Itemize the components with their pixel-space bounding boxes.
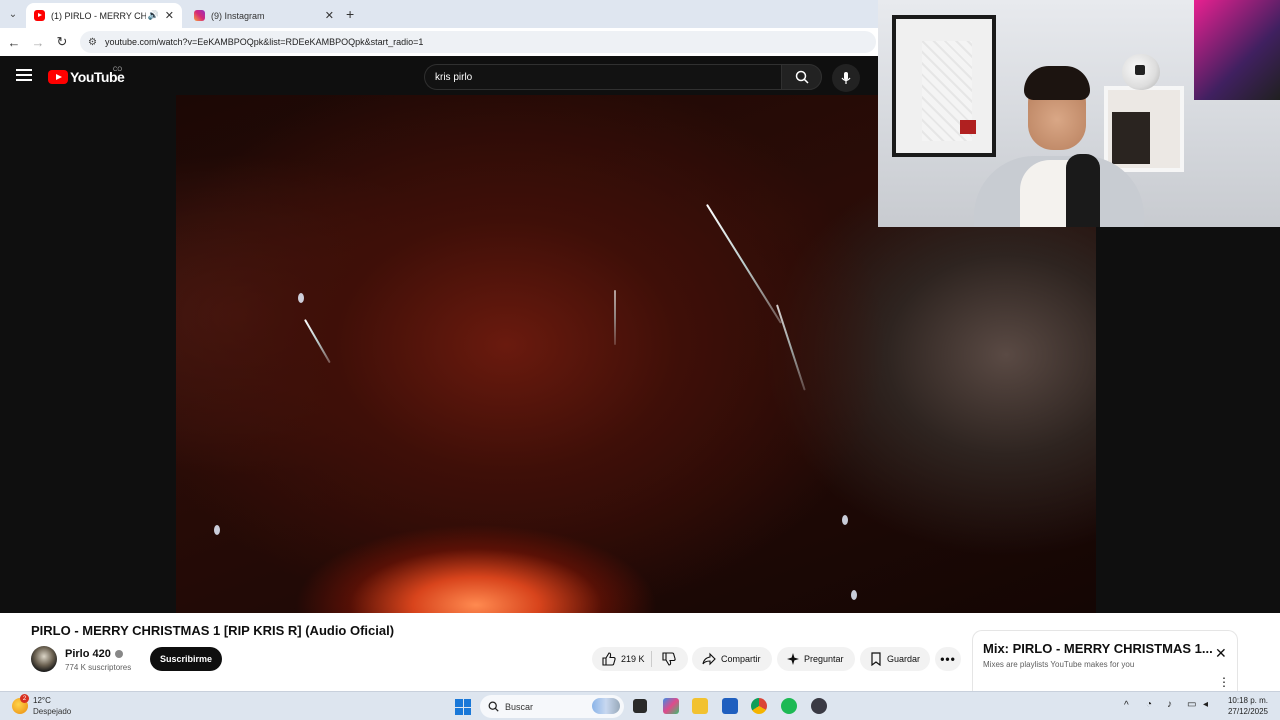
file-explorer-icon[interactable] <box>692 698 708 714</box>
instagram-favicon-icon <box>194 10 205 21</box>
webcam-overlay <box>878 0 1280 227</box>
speaker-icon[interactable]: 🔊 <box>148 10 159 21</box>
video-highlight <box>706 203 782 324</box>
menu-hamburger-icon[interactable] <box>16 69 32 82</box>
mix-playlist-panel: Mix: PIRLO - MERRY CHRISTMAS 1... Mixes … <box>972 630 1238 691</box>
country-code: CO <box>113 67 122 73</box>
video-glint <box>851 590 857 600</box>
volume-icon[interactable]: ◂ <box>1203 699 1208 710</box>
microphone-tray-icon[interactable]: ♪ <box>1167 699 1172 710</box>
screen: ⌄ (1) PIRLO - MERRY CHRISTMAS 🔊 ✕ (9) In… <box>0 0 1280 720</box>
search-button[interactable] <box>781 64 822 90</box>
app-icon[interactable] <box>811 698 827 714</box>
thumbs-up-icon <box>602 652 616 666</box>
ask-button[interactable]: Preguntar <box>777 647 855 671</box>
search-input[interactable]: kris pirlo <box>424 64 782 90</box>
streamer-hair <box>1024 66 1090 100</box>
save-button[interactable]: Guardar <box>860 647 930 671</box>
search-highlight-art <box>592 698 620 714</box>
video-title: PIRLO - MERRY CHRISTMAS 1 [RIP KRIS R] (… <box>31 623 395 638</box>
sparkle-icon <box>787 653 799 665</box>
windows-start-icon[interactable] <box>455 699 471 715</box>
channel-avatar[interactable] <box>31 646 57 672</box>
search-icon <box>795 70 809 84</box>
subscriber-count: 774 K suscriptores <box>65 663 132 672</box>
subscribe-button[interactable]: Suscribirme <box>150 647 222 671</box>
more-horizontal-icon: ••• <box>940 652 956 666</box>
url-text: youtube.com/watch?v=EeKAMBPOQpk&list=RDE… <box>104 37 424 47</box>
tab-title: (1) PIRLO - MERRY CHRISTMAS <box>51 10 146 21</box>
video-highlight <box>776 304 806 391</box>
back-arrow-icon[interactable]: ← <box>6 34 22 50</box>
taskbar-search[interactable]: Buscar <box>480 695 624 718</box>
task-view-icon[interactable] <box>633 699 647 713</box>
forward-arrow-icon[interactable]: → <box>30 34 46 50</box>
weather-temperature[interactable]: 12°C <box>33 696 51 705</box>
streamer <box>974 60 1144 227</box>
search-query: kris pirlo <box>435 71 473 83</box>
browser-toolbar: ← → ↻ ⚙ youtube.com/watch?v=EeKAMBPOQpk&… <box>0 28 878 56</box>
side-column <box>1096 226 1280 616</box>
youtube-header: YouTube CO kris pirlo <box>0 56 878 96</box>
tab-youtube[interactable]: (1) PIRLO - MERRY CHRISTMAS 🔊 ✕ <box>26 3 182 28</box>
search-icon <box>488 701 499 712</box>
network-icon[interactable]: ◔ <box>1146 699 1152 710</box>
widgets-app-icon[interactable] <box>663 698 679 714</box>
tab-close-icon[interactable]: ✕ <box>165 9 174 22</box>
youtube-play-icon <box>48 70 68 84</box>
system-clock[interactable]: 10:18 p. m. 27/12/2025 <box>1226 695 1268 717</box>
like-divider <box>651 651 652 667</box>
tab-close-icon[interactable]: ✕ <box>325 9 334 22</box>
channel-name: Pirlo 420 <box>65 648 111 660</box>
youtube-logo[interactable]: YouTube CO <box>48 67 125 85</box>
voice-search-button[interactable] <box>832 64 860 92</box>
reload-icon[interactable]: ↻ <box>54 34 70 50</box>
video-glint <box>214 525 220 535</box>
mix-subtitle: Mixes are playlists YouTube makes for yo… <box>983 660 1135 669</box>
weather-description[interactable]: Despejado <box>33 707 71 716</box>
display-icon[interactable]: ▭ <box>1187 699 1196 710</box>
address-bar[interactable]: ⚙ youtube.com/watch?v=EeKAMBPOQpk&list=R… <box>80 31 876 53</box>
neon-light <box>1194 0 1280 100</box>
video-info: PIRLO - MERRY CHRISTMAS 1 [RIP KRIS R] (… <box>0 613 1280 691</box>
video-highlight <box>304 319 331 364</box>
clock-date: 27/12/2025 <box>1227 707 1268 716</box>
video-glint <box>298 293 304 303</box>
ask-label: Preguntar <box>804 654 844 664</box>
mix-title: Mix: PIRLO - MERRY CHRISTMAS 1... <box>983 641 1213 656</box>
dislike-button[interactable] <box>656 647 688 671</box>
weather-badge: 2 <box>20 694 29 703</box>
site-info-icon[interactable]: ⚙ <box>88 37 97 48</box>
chrome-icon[interactable] <box>751 698 767 714</box>
share-label: Compartir <box>721 654 761 664</box>
tab-search-chevron-icon[interactable]: ⌄ <box>4 5 22 23</box>
share-arrow-icon <box>702 652 716 666</box>
youtube-favicon-icon <box>34 10 45 21</box>
video-glint <box>842 515 848 525</box>
tab-title: (9) Instagram <box>211 10 265 21</box>
tab-instagram[interactable]: (9) Instagram ✕ <box>186 3 342 28</box>
close-icon[interactable]: ✕ <box>1215 645 1227 662</box>
microphone <box>1066 154 1100 227</box>
windows-taskbar: 2 12°C Despejado Buscar ^ ◔ ♪ ▭ ◂ 10:18 … <box>0 691 1280 720</box>
microphone-icon <box>841 72 851 84</box>
like-count: 219 K <box>621 654 645 664</box>
bookmark-icon <box>871 652 881 666</box>
verified-icon <box>114 650 123 659</box>
store-icon[interactable] <box>722 698 738 714</box>
thumbs-down-icon <box>662 652 676 666</box>
video-highlight <box>614 290 616 345</box>
tray-chevron-icon[interactable]: ^ <box>1124 700 1129 711</box>
spotify-icon[interactable] <box>781 698 797 714</box>
more-vertical-icon[interactable]: ⋮ <box>1218 675 1230 689</box>
more-actions-button[interactable]: ••• <box>935 647 961 671</box>
save-label: Guardar <box>886 654 920 664</box>
taskbar-search-label: Buscar <box>505 701 534 712</box>
channel-name-wrap[interactable]: Pirlo 420 <box>65 648 123 660</box>
share-button[interactable]: Compartir <box>692 647 772 671</box>
new-tab-plus-icon[interactable]: + <box>346 6 354 22</box>
clock-time: 10:18 p. m. <box>1227 696 1268 705</box>
